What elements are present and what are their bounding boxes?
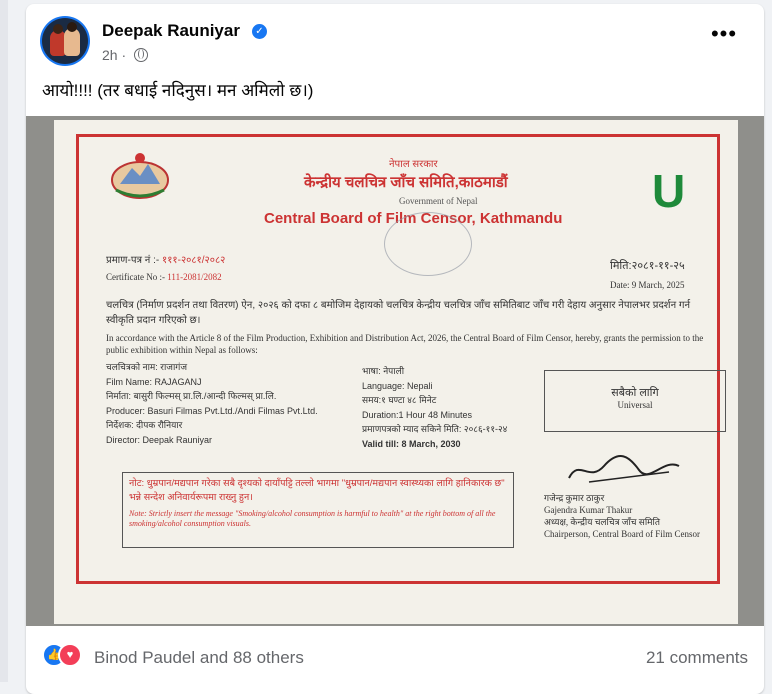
language-np: भाषा: नेपाली xyxy=(362,366,405,376)
author-name[interactable]: Deepak Rauniyar xyxy=(102,21,240,41)
note-np: नोट: धुम्रपान/मद्यपान गरेका सबै दृश्यको … xyxy=(129,478,505,503)
nepal-emblem-icon xyxy=(111,153,169,199)
more-options-icon[interactable]: ••• xyxy=(706,23,742,48)
validity-en: Valid till: 8 March, 2030 xyxy=(362,438,461,449)
signer-block: गजेन्द्र कुमार ठाकुर Gajendra Kumar Thak… xyxy=(544,492,724,540)
producer-en: Producer: Basuri Filmas Pvt.Ltd./Andi Fi… xyxy=(106,405,318,416)
cert-no-np-value: १११-२०८१/२०८२ xyxy=(162,255,226,266)
film-specs: भाषा: नेपाली Language: Nepali समय:१ घण्ट… xyxy=(362,364,562,451)
love-icon: ♥ xyxy=(58,643,82,667)
category-en: Universal xyxy=(617,400,653,410)
validity-np: प्रमाणपत्रको म्याद सकिने मिति: २०८६-११-२… xyxy=(362,424,508,434)
post-header: Deepak Rauniyar ✓ 2h · ••• xyxy=(26,4,764,74)
globe-icon[interactable] xyxy=(134,48,149,62)
avatar[interactable] xyxy=(42,18,88,64)
body-en: In accordance with the Article 8 of the … xyxy=(106,333,704,355)
post-meta: 2h · xyxy=(102,47,149,63)
producer-np: निर्माता: बासुरी फिल्मस् प्रा.लि./आन्दी … xyxy=(106,391,277,401)
cert-no-np: प्रमाण-पत्र नं :- १११-२०८१/२०८२ xyxy=(106,252,225,266)
body-np: चलचित्र (निर्माण प्रदर्शन तथा वितरण) ऐन,… xyxy=(106,300,691,326)
duration-np: समय:१ घण्टा ४८ मिनेट xyxy=(362,395,437,405)
director-en: Director: Deepak Rauniyar xyxy=(106,434,213,445)
rating-mark: U xyxy=(652,165,686,217)
cert-no-np-label: प्रमाण-पत्र नं :- xyxy=(106,255,160,266)
reactions-bar: 👍 ♥ Binod Paudel and 88 others 21 commen… xyxy=(26,626,764,682)
signer-title-np: अध्यक्ष, केन्द्रीय चलचित्र जाँच समिति xyxy=(544,517,661,527)
gov-np: नेपाल सरकार xyxy=(389,159,438,170)
post-caption: आयो!!!! (तर बधाई नदिनुस। मन अमिलो छ।) xyxy=(42,81,314,100)
film-name-np: चलचित्रको नाम: राजागंज xyxy=(106,362,188,372)
date-en: Date: 9 March, 2025 xyxy=(610,280,685,290)
signer-en: Gajendra Kumar Thakur xyxy=(544,505,633,515)
category-np: सबैको लागि xyxy=(611,387,659,399)
film-details: चलचित्रको नाम: राजागंज Film Name: RAJAGA… xyxy=(106,360,346,447)
cert-no-en: Certificate No :- 111-2081/2082 xyxy=(106,272,222,282)
reactions-summary[interactable]: Binod Paudel and 88 others xyxy=(94,648,304,668)
director-np: निर्देशक: दीपक रौनियार xyxy=(106,420,183,430)
reaction-icons[interactable]: 👍 ♥ xyxy=(42,643,82,667)
signer-title-en: Chairperson, Central Board of Film Censo… xyxy=(544,529,700,539)
warning-note: नोट: धुम्रपान/मद्यपान गरेका सबै दृश्यको … xyxy=(122,472,514,548)
comments-count[interactable]: 21 comments xyxy=(646,648,748,668)
post-card: Deepak Rauniyar ✓ 2h · ••• आयो!!!! (तर ब… xyxy=(26,4,764,694)
board-np: केन्द्रीय चलचित्र जाँच समिति,काठमाडौं xyxy=(304,174,508,191)
film-name-en: Film Name: RAJAGANJ xyxy=(106,376,202,387)
post-time[interactable]: 2h xyxy=(102,47,118,63)
note-en: Note: Strictly insert the message "Smoki… xyxy=(129,509,496,528)
duration-en: Duration:1 Hour 48 Minutes xyxy=(362,409,473,420)
gov-en: Government of Nepal xyxy=(399,196,478,206)
post-photo[interactable]: नेपाल सरकार केन्द्रीय चलचित्र जाँच समिति… xyxy=(26,116,764,626)
category-box: सबैको लागि Universal xyxy=(544,370,726,432)
seal-stamp xyxy=(384,212,472,276)
cert-no-en-value: 111-2081/2082 xyxy=(167,272,222,282)
language-en: Language: Nepali xyxy=(362,380,433,391)
cert-no-en-label: Certificate No :- xyxy=(106,272,165,282)
certificate: नेपाल सरकार केन्द्रीय चलचित्र जाँच समिति… xyxy=(54,120,738,624)
signature xyxy=(568,455,680,483)
left-edge-strip xyxy=(0,0,8,682)
meta-separator: · xyxy=(121,47,127,63)
signer-np: गजेन्द्र कुमार ठाकुर xyxy=(544,493,605,503)
verified-badge-icon: ✓ xyxy=(252,24,267,39)
date-np: मिति:२०८१-११-२५ xyxy=(610,260,685,272)
